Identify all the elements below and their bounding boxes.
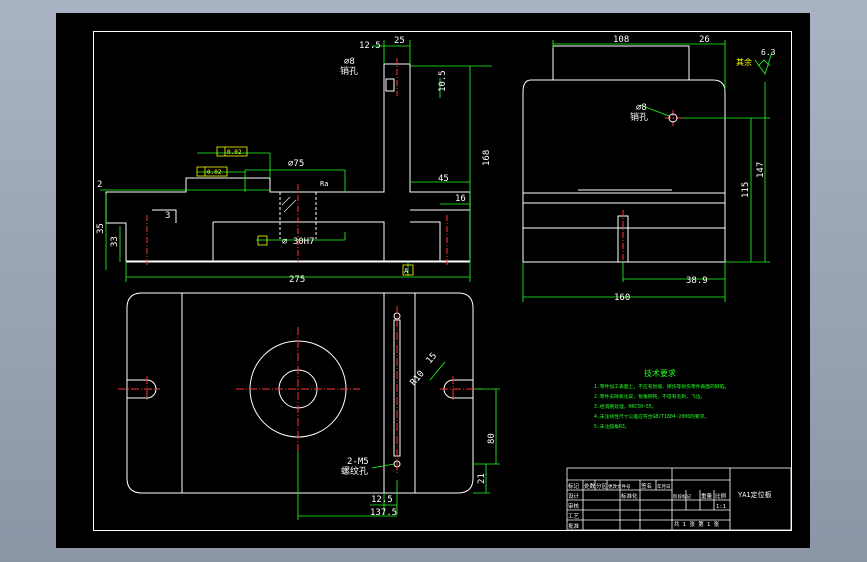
- dim-10-5: 10.5: [438, 70, 448, 92]
- dim-45: 45: [438, 174, 449, 184]
- tb-standard: 标准化: [621, 492, 638, 500]
- note-2: 2.零件去除氧化皮，锐角倒钝，不得有毛刺，飞边。: [594, 393, 705, 400]
- tb-approve: 批准: [568, 522, 580, 530]
- plan-view-dimensions: [297, 361, 500, 520]
- dim-21: 21: [477, 473, 487, 484]
- side-view-centerlines: [622, 110, 681, 265]
- tb-weight: 重量: [701, 492, 713, 500]
- tolerance-parallel-value: 0.02: [207, 169, 222, 176]
- front-view-hatching: [281, 196, 297, 213]
- bore-30h7-label: ⌀ 30H7: [282, 237, 315, 247]
- tolerance-flatness-value: 0.02: [227, 149, 242, 156]
- pin-hole-label: 销孔: [340, 65, 358, 77]
- note-1: 1.零件加工表面上，不应有划痕、擦伤等损伤零件表面的缺陷。: [594, 383, 729, 390]
- tb-date: 年月日: [657, 483, 671, 490]
- cad-drawing: 12.5 25 10.5 168 45 16 2 3 35 33 275 ⌀8 …: [93, 31, 792, 531]
- slot-width-label: 15: [425, 351, 440, 366]
- dim-26: 26: [699, 35, 710, 45]
- dim-80: 80: [487, 433, 497, 444]
- tb-count: 处数: [584, 482, 596, 490]
- side-pin-diameter-label: ⌀8: [636, 103, 647, 113]
- slot-radius-label: R10: [409, 369, 427, 388]
- note-3: 3.经调质处理，HRC50~55。: [594, 403, 656, 410]
- tb-scale-value: 1:1: [716, 504, 726, 510]
- dim-3: 3: [165, 211, 170, 221]
- dim-25: 25: [394, 36, 405, 46]
- tb-process: 工艺: [568, 513, 580, 520]
- notes-title: 技术要求: [644, 368, 676, 378]
- dim-115: 115: [741, 182, 751, 198]
- note-4: 4.未注线性尺寸公差应符合GB/T1804-2000的要求。: [594, 413, 709, 420]
- tb-review: 审核: [568, 502, 580, 510]
- dim-33: 33: [110, 236, 120, 247]
- thread-2-m5-label: 2-M5: [347, 457, 369, 467]
- tb-sheet-info: 共 1 张 第 1 张: [674, 520, 720, 528]
- plan-view-centerlines: [118, 306, 482, 474]
- side-view: [522, 45, 726, 263]
- roughness-text: 其余: [736, 57, 752, 67]
- tb-change-doc: 更改文件号: [608, 483, 631, 490]
- dim-2: 2: [97, 180, 102, 190]
- dim-16: 16: [455, 194, 466, 204]
- dim-168: 168: [482, 150, 492, 166]
- roughness-value: 6.3: [761, 48, 776, 57]
- tolerance-frames: [196, 146, 414, 276]
- side-pin-label: 销孔: [630, 111, 648, 123]
- roughness-mark: Ra: [320, 180, 328, 188]
- front-view-dim-text: 12.5 25 10.5 168 45 16 2 3 35 33 275 ⌀8 …: [96, 36, 492, 285]
- tb-design: 设计: [568, 492, 580, 500]
- side-view-dimensions: [522, 40, 773, 302]
- dim-12-5-top: 12.5: [359, 41, 381, 51]
- dim-12-5-bottom: 12.5: [371, 495, 393, 505]
- plan-view: [126, 292, 474, 494]
- tb-zone: 分区: [596, 482, 608, 490]
- dim-137-5: 137.5: [370, 508, 397, 518]
- tb-scale-label: 比例: [715, 492, 727, 500]
- dim-275: 275: [289, 275, 305, 285]
- tb-mark: 标记: [568, 482, 580, 490]
- dim-160: 160: [614, 293, 630, 303]
- bore-75-label: ⌀75: [288, 159, 304, 169]
- part-name: YA1定位板: [738, 490, 772, 499]
- tb-stage: 阶段标记: [673, 493, 691, 500]
- dim-147: 147: [756, 162, 766, 178]
- technical-notes: 技术要求 1.零件加工表面上，不应有划痕、擦伤等损伤零件表面的缺陷。 2.零件去…: [594, 368, 729, 430]
- pin-hole-diameter-label: ⌀8: [344, 57, 355, 67]
- dim-108: 108: [613, 35, 629, 45]
- thread-hole-label: 螺纹孔: [341, 465, 368, 477]
- dim-38-9: 38.9: [686, 276, 708, 286]
- tb-sign: 签名: [641, 482, 652, 490]
- dim-35: 35: [96, 223, 106, 234]
- note-5: 5.未注圆角R3。: [594, 423, 630, 430]
